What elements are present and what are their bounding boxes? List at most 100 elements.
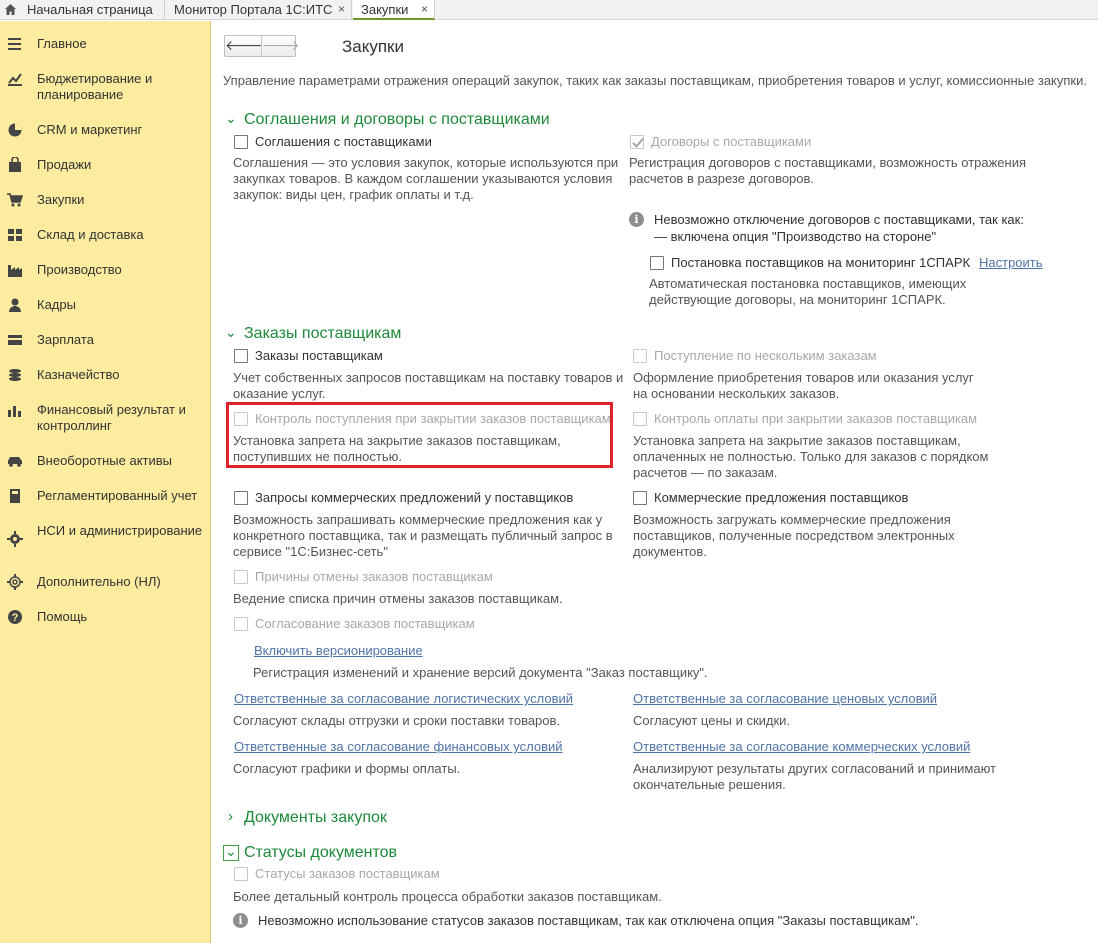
tab-label: Начальная страница — [27, 2, 153, 17]
sidebar-item-label: Закупки — [37, 192, 85, 207]
budget-icon — [8, 73, 22, 86]
sidebar-item-label: Главное — [37, 36, 87, 51]
orders-checkbox[interactable] — [234, 349, 248, 363]
tab-monitor[interactable]: Монитор Портала 1С:ИТС × — [166, 0, 352, 20]
versioning-link[interactable]: Включить версионирование — [254, 643, 423, 658]
warehouse-icon — [8, 229, 22, 241]
chevron-down-icon[interactable]: ⌄ — [225, 324, 237, 341]
tab-purchases[interactable]: Закупки × — [353, 0, 435, 20]
logistics-link[interactable]: Ответственные за согласование логистичес… — [234, 691, 573, 706]
tab-label: Монитор Портала 1С:ИТС — [174, 2, 333, 17]
logistics-desc: Согласуют склады отгрузки и сроки постав… — [233, 713, 561, 728]
wallet-icon — [8, 335, 22, 345]
prices-link[interactable]: Ответственные за согласование ценовых ус… — [633, 691, 937, 706]
nav-buttons: 🡐 🡒 — [224, 35, 300, 57]
control-payment-desc: Установка запрета на закрытие заказов по… — [633, 433, 989, 480]
car-icon — [8, 457, 22, 467]
agreements-checkbox[interactable] — [234, 135, 248, 149]
statuses-info: Невозможно использование статусов заказо… — [258, 913, 919, 928]
chevron-down-icon[interactable]: ⌄ — [225, 110, 237, 127]
control-receipt-desc: Установка запрета на закрытие заказов по… — [233, 433, 561, 464]
commercial-link[interactable]: Ответственные за согласование коммерческ… — [633, 739, 970, 754]
close-icon[interactable]: × — [338, 0, 345, 19]
sidebar-item-label: Регламентированный учет — [37, 488, 198, 503]
statuses-checkbox[interactable] — [234, 867, 248, 881]
reasons-checkbox[interactable] — [234, 570, 248, 584]
sidebar-item-label: Производство — [37, 262, 122, 277]
sidebar-item-label: Казначейство — [37, 367, 120, 382]
gear-icon — [7, 531, 23, 547]
section-title-agreements[interactable]: Соглашения и договоры с поставщиками — [244, 111, 550, 129]
sidebar-item-label: CRM и маркетинг — [37, 122, 143, 137]
finance-link[interactable]: Ответственные за согласование финансовых… — [234, 739, 563, 754]
coins-icon — [9, 369, 21, 381]
multi-orders-desc: Оформление приобретения товаров или оказ… — [633, 370, 974, 401]
multi-orders-checkbox[interactable] — [633, 349, 647, 363]
info-icon: i — [233, 913, 248, 928]
pie-chart-icon — [8, 123, 22, 137]
tab-home[interactable]: Начальная страница — [0, 0, 165, 20]
close-icon[interactable]: × — [421, 0, 428, 19]
contracts-label: Договоры с поставщиками — [651, 134, 812, 149]
approval-checkbox[interactable] — [234, 617, 248, 631]
chevron-right-icon[interactable]: › — [228, 808, 233, 825]
contracts-desc: Регистрация договоров с поставщиками, во… — [629, 155, 1027, 186]
calculator-icon — [10, 489, 20, 503]
offers-checkbox[interactable] — [633, 491, 647, 505]
page-title: Закупки — [342, 37, 404, 56]
cart-icon — [7, 193, 23, 207]
agreements-label: Соглашения с поставщиками — [255, 134, 432, 149]
requests-label: Запросы коммерческих предложений у поста… — [255, 490, 574, 505]
approval-label: Согласование заказов поставщикам — [255, 616, 475, 631]
sidebar-item-label: Дополнительно (НЛ) — [37, 574, 161, 589]
multi-orders-label: Поступление по нескольким заказам — [654, 348, 877, 363]
sidebar-item-label: Внеоборотные активы — [37, 453, 173, 468]
forward-button[interactable]: 🡒 — [261, 36, 300, 56]
monitoring-checkbox[interactable] — [650, 256, 664, 270]
home-icon — [5, 4, 16, 15]
orders-desc: Учет собственных запросов поставщикам на… — [233, 370, 624, 401]
control-receipt-label: Контроль поступления при закрытии заказо… — [255, 411, 611, 426]
tab-label: Закупки — [361, 2, 409, 17]
setup-link[interactable]: Настроить — [979, 255, 1043, 270]
sidebar-item-label: Бюджетирование и планирование — [37, 71, 153, 102]
reasons-label: Причины отмены заказов поставщикам — [255, 569, 493, 584]
sidebar: Главное Бюджетирование и планирование CR… — [0, 21, 211, 943]
agreements-desc: Соглашения — это условия закупок, которы… — [233, 155, 619, 202]
commercial-desc: Анализируют результаты других согласован… — [633, 761, 997, 792]
section-title-statuses[interactable]: Статусы документов — [244, 844, 397, 862]
control-receipt-checkbox[interactable] — [234, 412, 248, 426]
prices-desc: Согласуют цены и скидки. — [633, 713, 791, 728]
sidebar-item-label: Продажи — [37, 157, 92, 172]
contracts-info-line1: Невозможно отключение договоров с постав… — [654, 212, 1024, 227]
section-title-documents[interactable]: Документы закупок — [244, 809, 387, 827]
orders-label: Заказы поставщикам — [255, 348, 383, 363]
requests-desc: Возможность запрашивать коммерческие пре… — [233, 512, 613, 559]
bag-icon — [9, 157, 21, 172]
sidebar-item-label: Склад и доставка — [37, 227, 144, 242]
main-content: 🡐 🡒 Закупки Управление параметрами отраж… — [212, 21, 1098, 943]
offers-desc: Возможность загружать коммерческие предл… — [633, 512, 955, 559]
control-payment-checkbox[interactable] — [633, 412, 647, 426]
chevron-down-icon[interactable]: ⌄ — [225, 843, 237, 860]
sidebar-item-label: Помощь — [37, 609, 88, 624]
contracts-checkbox[interactable] — [630, 135, 644, 149]
statuses-desc: Более детальный контроль процесса обрабо… — [233, 889, 662, 904]
reasons-desc: Ведение списка причин отмены заказов пос… — [233, 591, 563, 606]
svg-text:?: ? — [12, 612, 19, 624]
person-icon — [9, 298, 21, 312]
menu-icon — [8, 38, 21, 50]
versioning-desc: Регистрация изменений и хранение версий … — [253, 665, 708, 680]
contracts-info-line2: — включена опция "Производство на сторон… — [654, 229, 937, 244]
sidebar-item-label: НСИ и администрирование — [37, 523, 203, 538]
requests-checkbox[interactable] — [234, 491, 248, 505]
monitoring-label: Постановка поставщиков на мониторинг 1СП… — [671, 255, 971, 270]
page-intro: Управление параметрами отражения операци… — [223, 73, 1087, 88]
tab-bar: Начальная страница Монитор Портала 1С:ИТ… — [0, 0, 1098, 20]
back-button[interactable]: 🡐 — [225, 36, 263, 56]
sidebar-item-label: Зарплата — [37, 332, 94, 347]
section-title-orders[interactable]: Заказы поставщикам — [244, 325, 401, 343]
gear-outline-icon — [7, 574, 23, 590]
offers-label: Коммерческие предложения поставщиков — [654, 490, 909, 505]
info-icon: i — [629, 212, 644, 227]
